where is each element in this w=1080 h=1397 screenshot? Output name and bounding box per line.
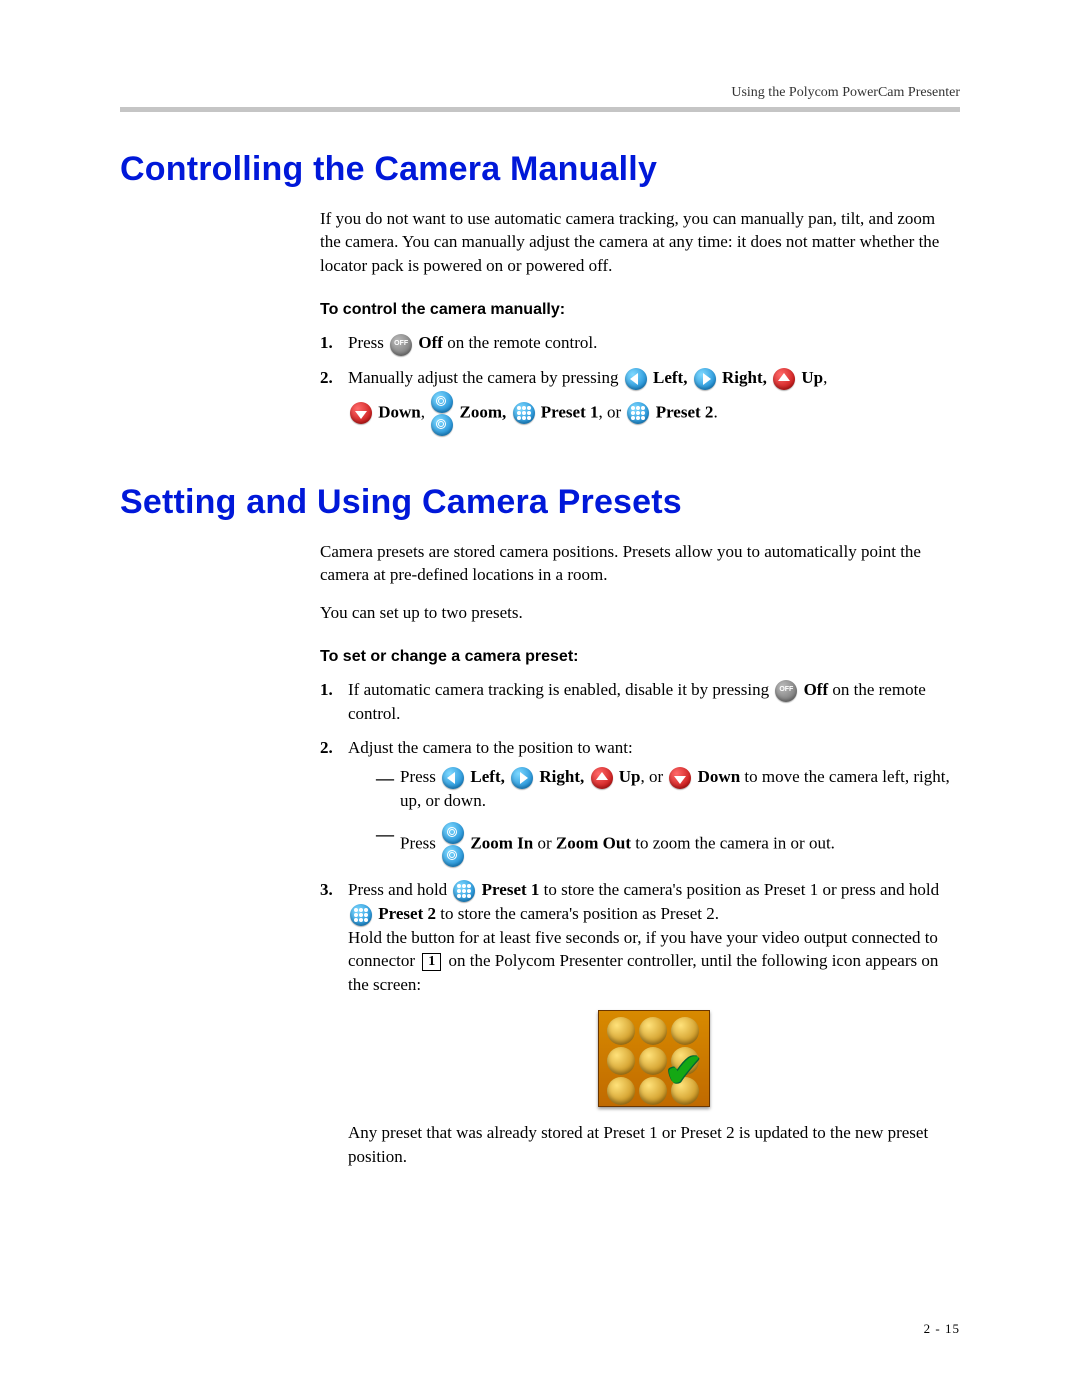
text-or: , or — [599, 402, 626, 421]
label-up: Up — [615, 767, 641, 786]
label-preset2: Preset 2 — [651, 402, 713, 421]
label-up: Up — [797, 368, 823, 387]
section1-body: If you do not want to use automatic came… — [320, 207, 960, 437]
section2-intro2: You can set up to two presets. — [320, 601, 960, 624]
section2-intro1: Camera presets are stored camera positio… — [320, 540, 960, 587]
down-arrow-icon — [669, 767, 691, 789]
preset-2-icon — [627, 402, 649, 424]
heading-setting-presets: Setting and Using Camera Presets — [120, 483, 960, 522]
substep-zoom: — Press Zoom In or Zoom Out to zoom the … — [376, 821, 960, 868]
text: Press and hold — [348, 880, 451, 899]
section2-body: Camera presets are stored camera positio… — [320, 540, 960, 1168]
comma: , — [823, 368, 827, 387]
running-header: Using the Polycom PowerCam Presenter — [120, 85, 960, 101]
period: . — [713, 402, 717, 421]
zoom-icon — [442, 821, 464, 868]
left-arrow-icon — [625, 368, 647, 390]
text: Press — [348, 333, 388, 352]
header-rule — [120, 107, 960, 112]
preset-stored-icon: ✔ — [598, 1010, 710, 1107]
down-arrow-icon — [350, 402, 372, 424]
section1-subhead: To control the camera manually: — [320, 299, 960, 321]
label-off: Off — [414, 333, 443, 352]
text: Press — [400, 833, 440, 852]
label-off: Off — [799, 680, 828, 699]
dash-icon: — — [376, 766, 394, 791]
section1-step-2: Manually adjust the camera by pressing L… — [320, 366, 960, 437]
label-left: Left, — [466, 767, 509, 786]
section2-steps: If automatic camera tracking is enabled,… — [320, 678, 960, 1168]
section2-subhead: To set or change a camera preset: — [320, 646, 960, 668]
left-arrow-icon — [442, 767, 464, 789]
label-preset2: Preset 2 — [374, 904, 436, 923]
off-button-icon: OFF — [390, 334, 412, 356]
up-arrow-icon — [773, 368, 795, 390]
section1-intro: If you do not want to use automatic came… — [320, 207, 960, 277]
text: If automatic camera tracking is enabled,… — [348, 680, 773, 699]
label-preset1: Preset 1 — [537, 402, 599, 421]
label-right: Right, — [718, 368, 771, 387]
preset-2-icon — [350, 904, 372, 926]
preset-1-icon — [453, 880, 475, 902]
label-right: Right, — [535, 767, 588, 786]
section2-substeps: — Press Left, Right, Up, or Down to move… — [376, 765, 960, 868]
preset-1-icon — [513, 402, 535, 424]
text: on the remote control. — [443, 333, 597, 352]
label-zoom: Zoom, — [455, 402, 510, 421]
label-left: Left, — [649, 368, 692, 387]
zoom-icon — [431, 390, 453, 437]
text: to store the camera's position as Preset… — [436, 904, 719, 923]
off-button-icon: OFF — [775, 680, 797, 702]
section1-steps: Press OFF Off on the remote control. Man… — [320, 331, 960, 436]
label-down: Down — [693, 767, 740, 786]
label-zoom-out: Zoom Out — [556, 833, 631, 852]
up-arrow-icon — [591, 767, 613, 789]
page-number: 2 - 15 — [924, 1321, 960, 1337]
section1-step-1: Press OFF Off on the remote control. — [320, 331, 960, 355]
text: Adjust the camera to the position to wan… — [348, 738, 633, 757]
text: Press — [400, 767, 440, 786]
section2-step-2: Adjust the camera to the position to wan… — [320, 736, 960, 868]
text: to zoom the camera in or out. — [631, 833, 835, 852]
text-or: , or — [640, 767, 667, 786]
substep-move: — Press Left, Right, Up, or Down to move… — [376, 765, 960, 813]
label-zoom-in: Zoom In — [466, 833, 533, 852]
page: Using the Polycom PowerCam Presenter Con… — [0, 0, 1080, 1397]
section2-step-1: If automatic camera tracking is enabled,… — [320, 678, 960, 726]
connector-1-icon: 1 — [422, 953, 441, 971]
text: to store the camera's position as Preset… — [539, 880, 939, 899]
text: Manually adjust the camera by pressing — [348, 368, 623, 387]
checkmark-icon: ✔ — [664, 1039, 703, 1102]
heading-controlling-camera: Controlling the Camera Manually — [120, 150, 960, 189]
text-or: or — [533, 833, 556, 852]
comma: , — [421, 402, 430, 421]
hold-instruction: Hold the button for at least five second… — [348, 926, 960, 996]
right-arrow-icon — [511, 767, 533, 789]
dash-icon: — — [376, 822, 394, 847]
right-arrow-icon — [694, 368, 716, 390]
label-preset1: Preset 1 — [477, 880, 539, 899]
section2-step-3: Press and hold Preset 1 to store the cam… — [320, 878, 960, 1168]
label-down: Down — [374, 402, 421, 421]
after-text: Any preset that was already stored at Pr… — [348, 1121, 960, 1168]
